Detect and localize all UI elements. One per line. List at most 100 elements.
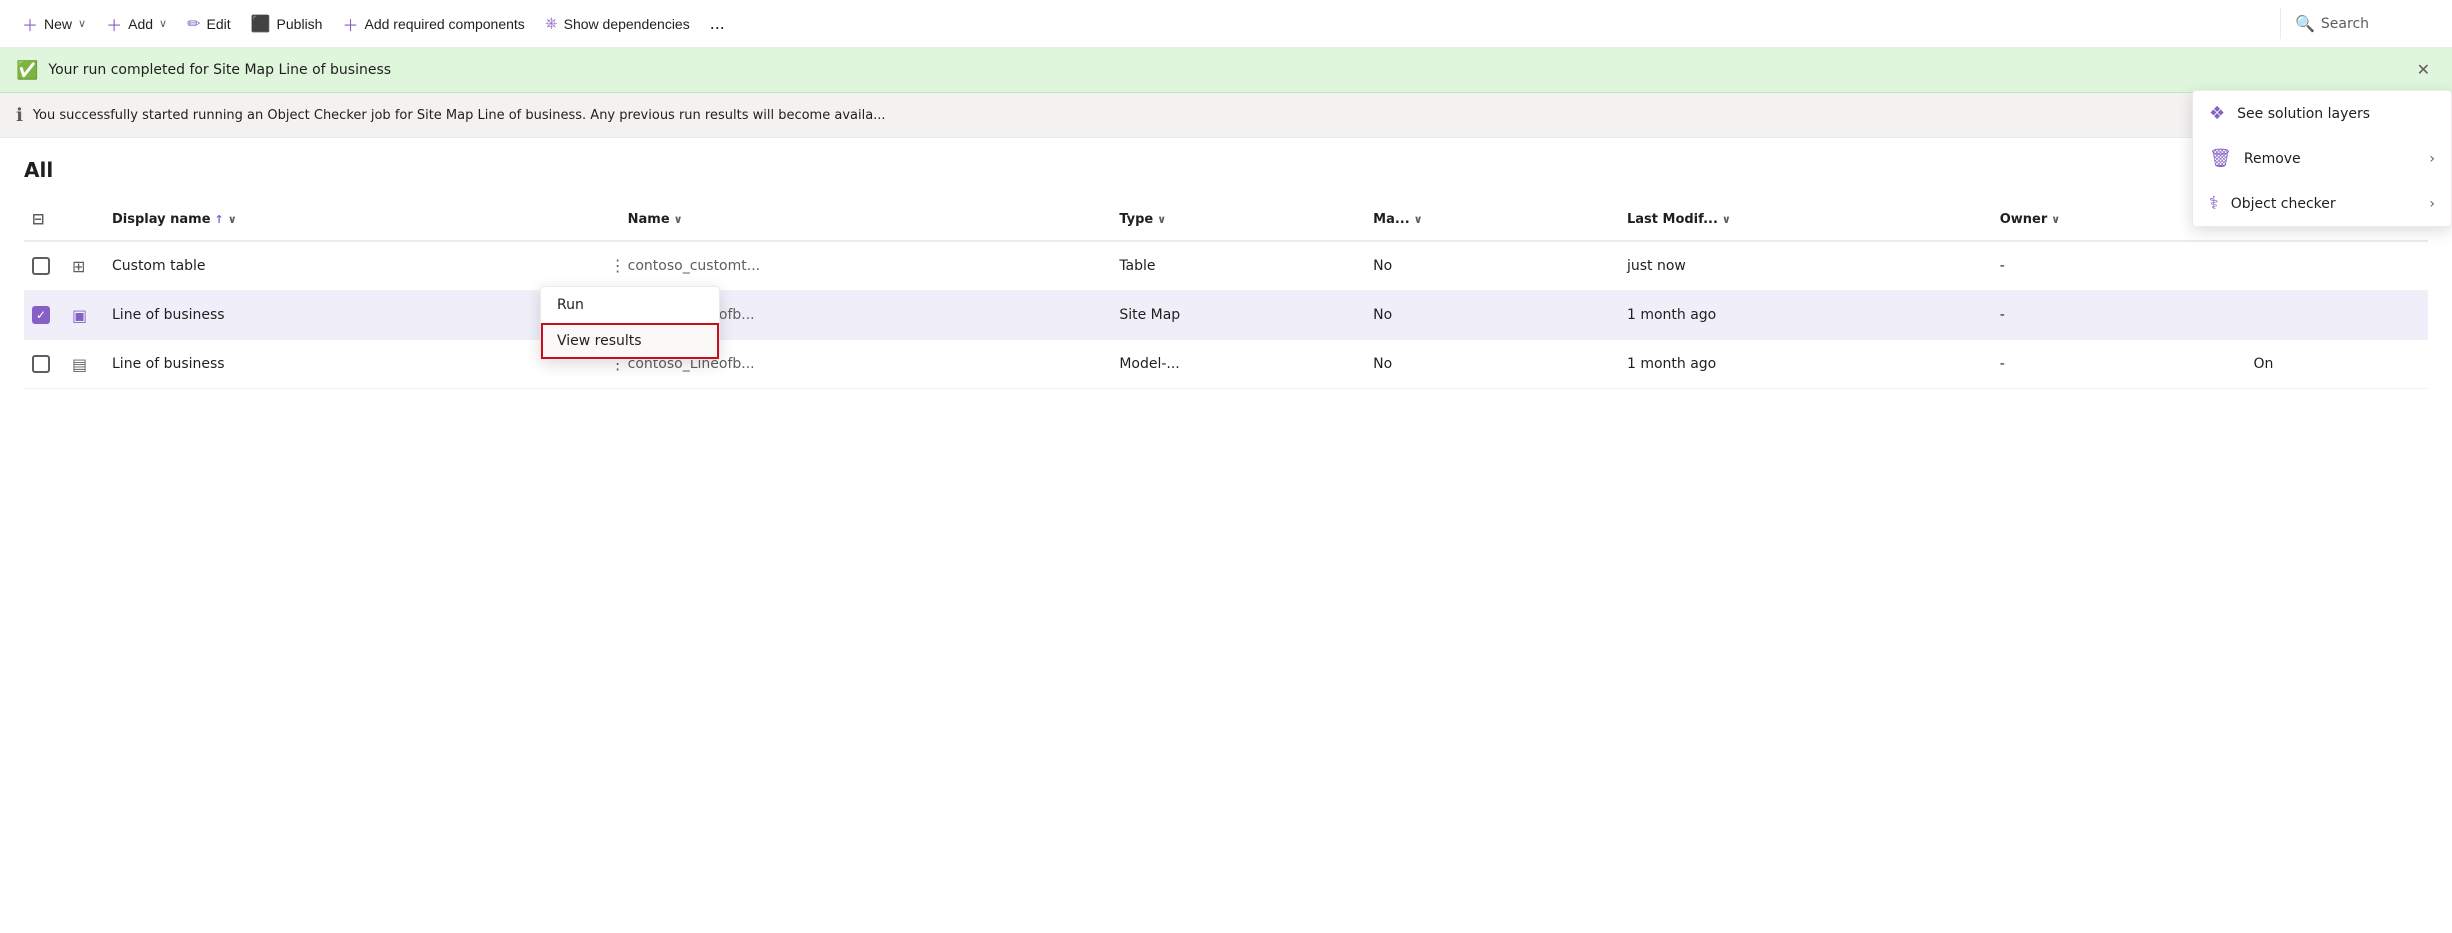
context-menu-run[interactable]: Run: [541, 287, 719, 323]
table-row[interactable]: ▣ Line of business ⋮ contoso_Lineofb... …: [24, 291, 2428, 340]
object-checker-icon: ⚕: [2209, 193, 2219, 214]
search-area[interactable]: 🔍 Search: [2280, 8, 2440, 39]
add-required-icon: ＋: [342, 12, 358, 36]
row3-status: On: [2246, 352, 2428, 376]
row1-managed: No: [1365, 254, 1619, 278]
see-solution-layers-left: ❖ See solution layers: [2209, 103, 2370, 124]
remove-label: Remove: [2244, 151, 2301, 167]
new-chevron-icon: ∨: [78, 17, 86, 30]
header-name[interactable]: Name ∨: [620, 208, 1112, 231]
see-solution-layers-label: See solution layers: [2237, 106, 2370, 122]
name-chevron-icon: ∨: [674, 213, 683, 226]
page-wrapper: ＋ New ∨ ＋ Add ∨ ✏ Edit ⬛ Publish ＋ Add r…: [0, 0, 2452, 389]
add-button[interactable]: ＋ Add ∨: [96, 6, 177, 42]
view-results-label: View results: [557, 333, 642, 349]
row3-owner: -: [1992, 352, 2246, 376]
model-driven-icon: ▤: [72, 355, 87, 374]
info-banner: ℹ You successfully started running an Ob…: [0, 93, 2452, 138]
header-type[interactable]: Type ∨: [1111, 208, 1365, 231]
table-row[interactable]: ⊞ Custom table ⋮ contoso_customt... Tabl…: [24, 242, 2428, 291]
row2-display-name: Line of business: [104, 303, 596, 327]
row1-display-name: Custom table: [104, 254, 596, 278]
remove-item[interactable]: 🗑 Remove ›: [2193, 136, 2451, 181]
header-modified[interactable]: Last Modif... ∨: [1619, 208, 1992, 231]
row1-modified: just now: [1619, 254, 1992, 278]
row2-managed: No: [1365, 303, 1619, 327]
row1-name: contoso_customt...: [620, 254, 1112, 278]
object-checker-context-menu: Run View results: [540, 286, 720, 360]
success-text: Your run completed for Site Map Line of …: [48, 62, 391, 78]
section-title: All: [24, 158, 2428, 182]
right-panel-menu: ❖ See solution layers 🗑 Remove › ⚕ Objec…: [2192, 90, 2452, 227]
column-selector-icon[interactable]: ⊟: [32, 210, 45, 228]
success-icon: ✅: [16, 60, 38, 81]
row3-type: Model-...: [1111, 352, 1365, 376]
type-chevron-icon: ∨: [1157, 213, 1166, 226]
row1-dots[interactable]: ⋮: [596, 250, 620, 282]
sitemap-icon: ▣: [72, 306, 87, 325]
trash-icon: 🗑: [2209, 148, 2232, 169]
search-icon: 🔍: [2295, 14, 2315, 33]
header-icon-col: [64, 215, 104, 223]
managed-chevron-icon: ∨: [1414, 213, 1423, 226]
row1-type: Table: [1111, 254, 1365, 278]
row1-status: [2246, 262, 2428, 270]
new-button[interactable]: ＋ New ∨: [12, 6, 96, 42]
add-plus-icon: ＋: [106, 12, 122, 36]
row1-owner: -: [1992, 254, 2246, 278]
row2-type: Site Map: [1111, 303, 1365, 327]
main-content: All ⊟ Display name ↑ ∨ Name ∨ Type ∨ Ma.: [0, 138, 2452, 389]
row2-modified: 1 month ago: [1619, 303, 1992, 327]
more-button[interactable]: ...: [700, 7, 735, 40]
add-required-button[interactable]: ＋ Add required components: [332, 6, 534, 42]
row2-icon: ▣: [64, 302, 104, 329]
success-banner: ✅ Your run completed for Site Map Line o…: [0, 48, 2452, 93]
table-header: ⊟ Display name ↑ ∨ Name ∨ Type ∨ Ma... ∨: [24, 198, 2428, 242]
row3-managed: No: [1365, 352, 1619, 376]
more-icon: ...: [710, 13, 725, 33]
object-checker-chevron-icon: ›: [2429, 196, 2435, 212]
run-label: Run: [557, 297, 584, 313]
row3-display-name: Line of business: [104, 352, 596, 376]
display-name-chevron-icon: ∨: [228, 213, 237, 226]
row1-checkbox[interactable]: [32, 257, 50, 275]
search-label: Search: [2321, 16, 2369, 32]
header-check: ⊟: [24, 206, 64, 232]
edit-button[interactable]: ✏ Edit: [177, 8, 241, 40]
show-dependencies-button[interactable]: ⎈ Show dependencies: [535, 9, 700, 39]
table-icon: ⊞: [72, 257, 85, 276]
plus-icon: ＋: [22, 12, 38, 36]
publish-icon: ⬛: [251, 14, 271, 34]
remove-chevron-icon: ›: [2429, 151, 2435, 167]
remove-left: 🗑 Remove: [2209, 148, 2301, 169]
object-checker-left: ⚕ Object checker: [2209, 193, 2336, 214]
info-icon: ℹ: [16, 105, 23, 126]
header-managed[interactable]: Ma... ∨: [1365, 208, 1619, 231]
row3-checkbox[interactable]: [32, 355, 50, 373]
new-label: New: [44, 16, 72, 32]
publish-label: Publish: [277, 16, 323, 32]
row1-check[interactable]: [24, 253, 64, 279]
success-banner-close[interactable]: ✕: [2411, 58, 2436, 82]
edit-label: Edit: [207, 16, 231, 32]
context-menu-view-results[interactable]: View results: [541, 323, 719, 359]
info-text: You successfully started running an Obje…: [33, 108, 886, 123]
table-row[interactable]: ▤ Line of business ⋮ contoso_Lineofb... …: [24, 340, 2428, 389]
show-dependencies-label: Show dependencies: [564, 16, 690, 32]
object-checker-item[interactable]: ⚕ Object checker ›: [2193, 181, 2451, 226]
row2-check[interactable]: [24, 302, 64, 328]
see-solution-layers-item[interactable]: ❖ See solution layers: [2193, 91, 2451, 136]
row2-owner: -: [1992, 303, 2246, 327]
add-label: Add: [128, 16, 153, 32]
sort-asc-icon: ↑: [215, 213, 224, 226]
header-display-name[interactable]: Display name ↑ ∨: [104, 208, 596, 231]
add-chevron-icon: ∨: [159, 17, 167, 30]
row3-modified: 1 month ago: [1619, 352, 1992, 376]
publish-button[interactable]: ⬛ Publish: [241, 8, 333, 40]
row3-check[interactable]: [24, 351, 64, 377]
row1-icon: ⊞: [64, 253, 104, 280]
row2-checkbox[interactable]: [32, 306, 50, 324]
header-dots-spacer: [596, 215, 620, 223]
toolbar: ＋ New ∨ ＋ Add ∨ ✏ Edit ⬛ Publish ＋ Add r…: [0, 0, 2452, 48]
dependencies-icon: ⎈: [545, 15, 558, 33]
